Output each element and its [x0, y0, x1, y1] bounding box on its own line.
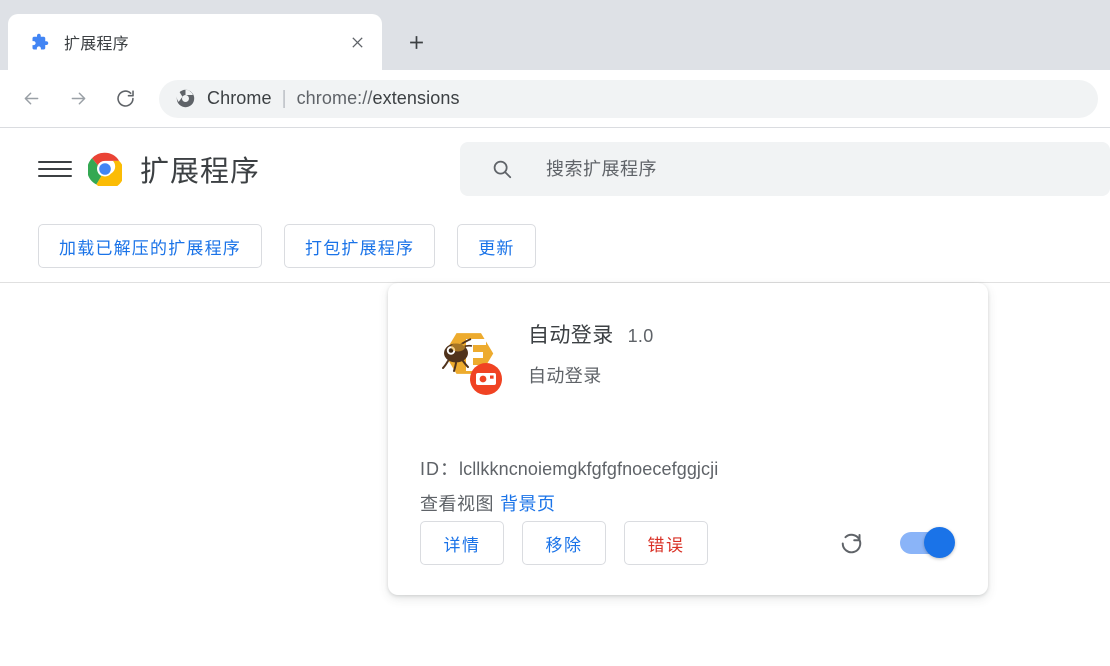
extension-name: 自动登录 [528, 324, 614, 347]
extension-name-row: 自动登录 1.0 [528, 319, 654, 349]
omnibox-url-suffix: extensions [372, 88, 460, 108]
background-page-link[interactable]: 背景页 [500, 494, 556, 514]
back-icon[interactable] [12, 80, 50, 118]
extension-icon [432, 325, 504, 397]
extension-card-actions: 详情 移除 错误 [420, 521, 960, 595]
extension-id-value: lcllkkncnoiemgkfgfgfnoecefggjcji [459, 459, 719, 479]
extension-views-row: 查看视图 背景页 [420, 490, 960, 516]
search-box[interactable] [460, 142, 1110, 196]
search-icon [490, 157, 514, 181]
tab-strip: 扩展程序 [0, 0, 1110, 70]
extension-meta: 自动登录 1.0 自动登录 [528, 313, 654, 397]
puzzle-piece-icon [30, 32, 50, 52]
close-icon[interactable] [342, 27, 372, 57]
load-unpacked-button[interactable]: 加载已解压的扩展程序 [38, 224, 262, 268]
reload-extension-icon[interactable] [834, 526, 868, 560]
extension-version: 1.0 [627, 326, 654, 346]
extension-id: ID：lcllkkncnoiemgkfgfgfnoecefggjcji [420, 455, 960, 481]
errors-button[interactable]: 错误 [624, 521, 708, 565]
hamburger-menu-icon[interactable] [38, 152, 72, 186]
omnibox-scheme-label: Chrome [207, 88, 272, 108]
remove-button[interactable]: 移除 [522, 521, 606, 565]
update-button[interactable]: 更新 [457, 224, 536, 268]
new-tab-button[interactable] [396, 22, 436, 62]
extension-description: 自动登录 [528, 366, 602, 386]
browser-tab-extensions[interactable]: 扩展程序 [8, 14, 382, 70]
tab-title: 扩展程序 [64, 36, 129, 53]
extensions-page: 扩展程序 加载已解压的扩展程序 打包扩展程序 更新 [0, 128, 1110, 665]
browser-toolbar: Chrome | chrome://extensions [0, 70, 1110, 128]
browser-window: 扩展程序 Chrome | chrome://extensions 扩展程序 搜… [0, 0, 1110, 666]
forward-icon[interactable] [59, 80, 97, 118]
omnibox-separator: | [281, 88, 287, 109]
extension-enabled-toggle[interactable] [900, 527, 955, 558]
extension-id-block: ID：lcllkkncnoiemgkfgfgfnoecefggjcji 查看视图… [420, 455, 960, 516]
omnibox-url-prefix: chrome:// [296, 88, 373, 108]
extensions-header: 扩展程序 [0, 128, 1110, 210]
chrome-glyph-icon [175, 89, 195, 109]
pack-extension-button[interactable]: 打包扩展程序 [284, 224, 436, 268]
details-button[interactable]: 详情 [420, 521, 504, 565]
views-label: 查看视图 [420, 494, 494, 514]
search-input[interactable] [544, 157, 1110, 181]
address-bar[interactable]: Chrome | chrome://extensions [159, 79, 1098, 118]
chrome-logo-icon [87, 152, 125, 190]
extensions-list: 自动登录 1.0 自动登录 ID：lcllkkncnoiemgkfgfgfnoe… [0, 283, 1110, 595]
extension-id-label: ID： [420, 459, 459, 479]
page-title: 扩展程序 [140, 156, 261, 188]
extension-card-header: 自动登录 1.0 自动登录 [420, 313, 960, 397]
reload-icon[interactable] [106, 80, 144, 118]
extension-card: 自动登录 1.0 自动登录 ID：lcllkkncnoiemgkfgfgfnoe… [388, 283, 988, 595]
toggle-knob [924, 527, 955, 558]
extensions-toolbar: 加载已解压的扩展程序 打包扩展程序 更新 [0, 210, 1110, 282]
omnibox-url: chrome://extensions [297, 88, 460, 109]
